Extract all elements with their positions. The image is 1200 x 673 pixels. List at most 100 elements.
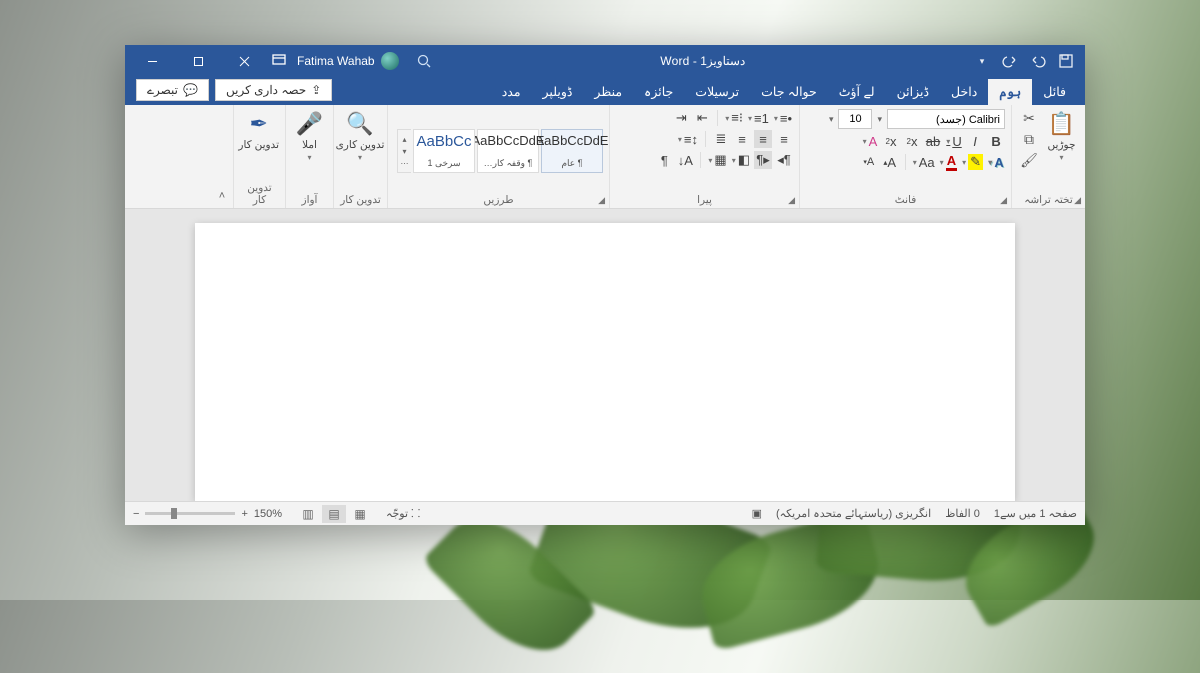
language-indicator[interactable]: انگریزی (ریاستہائے متحدہ امریکہ) (776, 507, 931, 520)
undo-icon[interactable] (1025, 47, 1051, 75)
format-painter-icon[interactable]: 🖌 (1018, 151, 1040, 169)
read-mode-button[interactable]: ▥ (296, 505, 320, 523)
underline-button[interactable]: U (945, 132, 963, 150)
style-heading-1[interactable]: AaBbCc سرخی 1 (413, 129, 475, 173)
tab-view[interactable]: منظر (583, 79, 633, 105)
ribbon-display-options-icon[interactable] (271, 52, 287, 71)
collapse-ribbon-button[interactable]: ˄ (211, 105, 233, 208)
tab-home[interactable]: ہوم (988, 79, 1032, 105)
qat-customize-icon[interactable]: ▾ (969, 47, 995, 75)
change-case-button[interactable]: Aa (912, 153, 936, 171)
text-effects-button[interactable]: A (987, 153, 1005, 171)
justify-button[interactable]: ≣ (712, 130, 730, 148)
ltr-direction-button[interactable]: ▸¶ (754, 151, 772, 169)
align-left-button[interactable]: ≡ (733, 130, 751, 148)
zoom-out-button[interactable]: − (133, 508, 139, 520)
tab-help[interactable]: مدد (491, 79, 532, 105)
grow-font-button[interactable]: A▴ (881, 153, 899, 171)
zoom-in-button[interactable]: + (241, 508, 247, 520)
multilevel-list-button[interactable]: ⁝≡ (724, 109, 744, 127)
styles-dialog-launcher[interactable]: ◢ (598, 195, 605, 206)
group-editor: ✒ تدوین کار تدوین کار (233, 105, 285, 208)
copy-icon[interactable]: ⧉ (1018, 130, 1040, 148)
tab-developer[interactable]: ڈویلپر (532, 79, 584, 105)
borders-button[interactable]: ▦ (707, 151, 727, 169)
avatar (381, 52, 399, 70)
focus-mode[interactable]: ⸬ توجّہ (386, 506, 420, 521)
macro-indicator[interactable]: ▣ (752, 507, 762, 520)
line-spacing-button[interactable]: ↕≡ (677, 130, 699, 148)
dictate-button[interactable]: 🎤 املا ▾ (292, 109, 327, 162)
tab-design[interactable]: ڈیزائن (886, 79, 940, 105)
align-right-button[interactable]: ≡ (775, 130, 793, 148)
close-button[interactable] (221, 45, 267, 77)
group-paragraph-label: پیرا (697, 194, 712, 206)
search-icon: 🔍 (346, 111, 373, 137)
decrease-indent-button[interactable]: ⇤ (693, 109, 711, 127)
clear-formatting-button[interactable]: A (861, 132, 879, 150)
group-clipboard-label: تختہ تراشہ (1024, 194, 1073, 206)
highlight-icon: ✎ (968, 154, 983, 170)
group-font-label: فانٹ (895, 194, 916, 206)
superscript-button[interactable]: x2 (882, 132, 900, 150)
chevron-down-icon[interactable]: ▾ (827, 114, 836, 125)
view-buttons: ▥ ▤ ▦ (296, 505, 372, 523)
redo-icon[interactable] (997, 47, 1023, 75)
comments-button[interactable]: 💬تبصرے (136, 79, 209, 101)
tab-review[interactable]: جائزہ (633, 79, 684, 105)
chevron-down-icon[interactable]: ▾ (875, 114, 884, 125)
align-center-button[interactable]: ≡ (754, 130, 772, 148)
document-area[interactable] (125, 209, 1085, 501)
group-editor-label: تدوین کار (247, 182, 271, 206)
style-normal[interactable]: AaBbCcDdE ¶ عام (541, 129, 603, 173)
zoom-slider[interactable] (145, 512, 235, 515)
paragraph-dialog-launcher[interactable]: ◢ (788, 195, 795, 206)
clipboard-dialog-launcher[interactable]: ◢ (1074, 195, 1081, 206)
save-icon[interactable] (1053, 47, 1079, 75)
shrink-font-button[interactable]: A▾ (860, 153, 878, 171)
paste-button[interactable]: 📋 چوڑیں ▾ (1044, 109, 1079, 162)
style-no-spacing[interactable]: AaBbCcDdE ¶ وقفہ کار… (477, 129, 539, 173)
font-color-button[interactable]: A (939, 153, 958, 171)
font-name-input[interactable] (887, 109, 1005, 129)
editor-button[interactable]: ✒ تدوین کار (238, 109, 279, 151)
show-marks-button[interactable]: ¶ (655, 151, 673, 169)
doc-name: دستاویز1 (700, 54, 745, 68)
page-indicator[interactable]: صفحہ 1 میں سے1 (994, 507, 1077, 520)
bold-button[interactable]: B (987, 132, 1005, 150)
highlight-button[interactable]: ✎ (961, 153, 984, 171)
shading-button[interactable]: ◧ (731, 151, 751, 169)
print-layout-button[interactable]: ▤ (322, 505, 346, 523)
microphone-icon: 🎤 (296, 111, 323, 137)
bullets-button[interactable]: •≡ (773, 109, 793, 127)
increase-indent-button[interactable]: ⇥ (672, 109, 690, 127)
zoom-level[interactable]: 150% (254, 508, 282, 520)
font-dialog-launcher[interactable]: ◢ (1000, 195, 1007, 206)
italic-button[interactable]: I (966, 132, 984, 150)
minimize-button[interactable] (129, 45, 175, 77)
rtl-direction-button[interactable]: ¶◂ (775, 151, 793, 169)
strikethrough-button[interactable]: ab (924, 132, 942, 150)
zoom-control: − + 150% (133, 508, 282, 520)
word-count[interactable]: 0 الفاظ (945, 507, 980, 520)
tab-mailings[interactable]: ترسیلات (684, 79, 750, 105)
styles-more-button[interactable]: ▴▾⋯ (397, 129, 411, 173)
user-account[interactable]: Fatima Wahab (291, 52, 405, 70)
subscript-button[interactable]: x2 (903, 132, 921, 150)
web-layout-button[interactable]: ▦ (348, 505, 372, 523)
tab-insert[interactable]: داخل (940, 79, 988, 105)
cut-icon[interactable]: ✂ (1018, 109, 1040, 127)
tab-layout[interactable]: لے آؤٹ (828, 79, 886, 105)
focus-icon: ⸬ (411, 508, 420, 520)
find-button[interactable]: 🔍 تدوین کاری ▾ (339, 109, 381, 162)
group-font: ▾ ▾ B I U ab x2 x2 A A (799, 105, 1011, 208)
share-button[interactable]: ⇪حصہ داری کریں (215, 79, 332, 101)
sort-button[interactable]: A↓ (676, 151, 694, 169)
font-size-input[interactable] (838, 109, 872, 129)
tab-file[interactable]: فائل (1032, 79, 1077, 105)
numbering-button[interactable]: 1≡ (747, 109, 770, 127)
page[interactable] (195, 223, 1015, 501)
maximize-button[interactable] (175, 45, 221, 77)
search-icon[interactable] (409, 47, 439, 75)
tab-references[interactable]: حوالہ جات (750, 79, 828, 105)
